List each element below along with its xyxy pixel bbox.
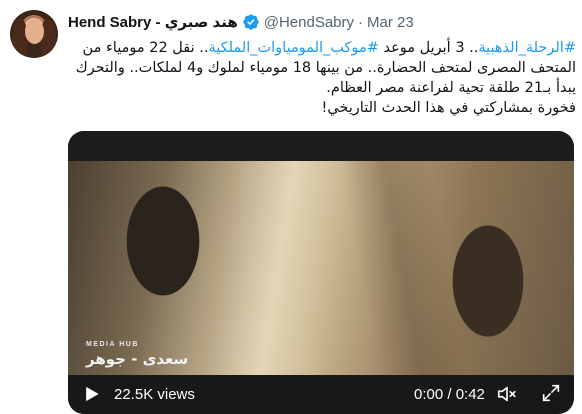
author-handle[interactable]: @HendSabry — [264, 14, 354, 31]
video-letterbox-top — [68, 131, 574, 161]
video-watermark-brand: MEDIA HUB — [86, 341, 139, 348]
tweet-text-line-4: فخورة بمشاركتي في هذا الحدث التاريخي! — [321, 100, 576, 116]
tweet-text-fragment: .. نقل 22 مومياء من — [82, 40, 209, 56]
video-player[interactable]: MEDIA HUB سعدى - جوهر 22.5K views 0:00 /… — [68, 131, 574, 414]
avatar-face — [25, 19, 44, 44]
tweet-text: #الرحلة_الذهبية.. 3 أبريل موعد #موكب_الم… — [68, 38, 576, 118]
tweet-date[interactable]: Mar 23 — [367, 14, 414, 31]
play-icon[interactable] — [82, 384, 102, 404]
tweet-text-fragment: .. 3 أبريل موعد — [378, 40, 479, 56]
separator-dot: · — [358, 13, 364, 31]
tweet-header: Hend Sabry - هند صبري @HendSabry · Mar 2… — [68, 12, 414, 32]
hashtag-royal-mummies-parade[interactable]: #موكب_المومياوات_الملكية — [208, 40, 378, 56]
hashtag-golden-journey[interactable]: #الرحلة_الذهبية — [478, 40, 576, 56]
tweet-text-line-1: #الرحلة_الذهبية.. 3 أبريل موعد #موكب_الم… — [68, 38, 576, 58]
avatar[interactable] — [10, 10, 58, 58]
muted-speaker-icon[interactable] — [496, 383, 518, 405]
video-watermark-credit: سعدى - جوهر — [86, 350, 189, 368]
tweet-text-line-3: يبدأ بـ21 طلقة تحية لفراعنة مصر العظام. — [326, 80, 576, 96]
tweet: Hend Sabry - هند صبري @HendSabry · Mar 2… — [0, 0, 582, 414]
video-time: 0:00 / 0:42 — [414, 386, 485, 403]
author-display-name[interactable]: Hend Sabry - هند صبري — [68, 13, 238, 31]
view-count: 22.5K views — [114, 386, 195, 403]
verified-badge-icon — [243, 14, 259, 30]
fullscreen-icon[interactable] — [540, 382, 562, 404]
tweet-text-line-2: المتحف المصرى لمتحف الحضارة.. من بينها 1… — [75, 60, 576, 76]
video-controls: 22.5K views 0:00 / 0:42 — [68, 377, 574, 411]
